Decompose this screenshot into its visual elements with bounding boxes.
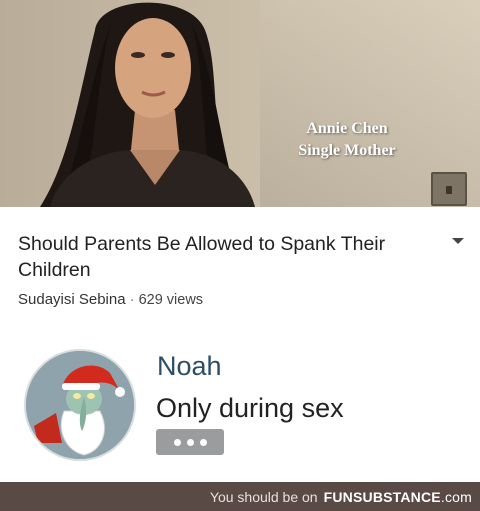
avatar[interactable]	[24, 349, 136, 461]
more-options-button[interactable]	[156, 429, 224, 455]
channel-name[interactable]: Sudayisi Sebina	[18, 291, 126, 308]
more-dot	[199, 438, 207, 446]
footer-brand-suffix: .com	[440, 488, 472, 505]
woman-photo	[40, 2, 255, 207]
comment-text: Only during sex	[156, 393, 344, 423]
watermark-footer: You should be on FUNSUBSTANCE.com	[0, 482, 480, 511]
footer-brand-name: FUNSUBSTANCE	[323, 488, 441, 505]
name-overlay: Annie Chen Single Mother	[282, 118, 412, 162]
chevron-down-icon[interactable]	[451, 233, 465, 244]
overlay-name: Annie Chen	[306, 120, 388, 137]
footer-brand: FUNSUBSTANCE.com	[324, 489, 472, 505]
more-dot	[173, 438, 181, 446]
comment-author[interactable]: Noah	[157, 351, 222, 382]
comment: Noah Only during sex	[0, 327, 480, 482]
more-dot	[186, 438, 194, 446]
video-title[interactable]: Should Parents Be Allowed to Spank Their…	[18, 231, 428, 283]
meta-separator: ·	[129, 291, 135, 308]
santa-squidward-avatar-icon	[26, 351, 134, 459]
view-count: 629 views	[138, 292, 204, 308]
video-info: Should Parents Be Allowed to Spank Their…	[0, 207, 480, 327]
video-thumbnail[interactable]: Annie Chen Single Mother	[0, 0, 480, 207]
video-meta: Sudayisi Sebina · 629 views	[18, 291, 203, 308]
wall-outlet	[431, 172, 467, 206]
footer-prefix: You should be on	[209, 488, 318, 505]
overlay-role: Single Mother	[298, 142, 396, 159]
